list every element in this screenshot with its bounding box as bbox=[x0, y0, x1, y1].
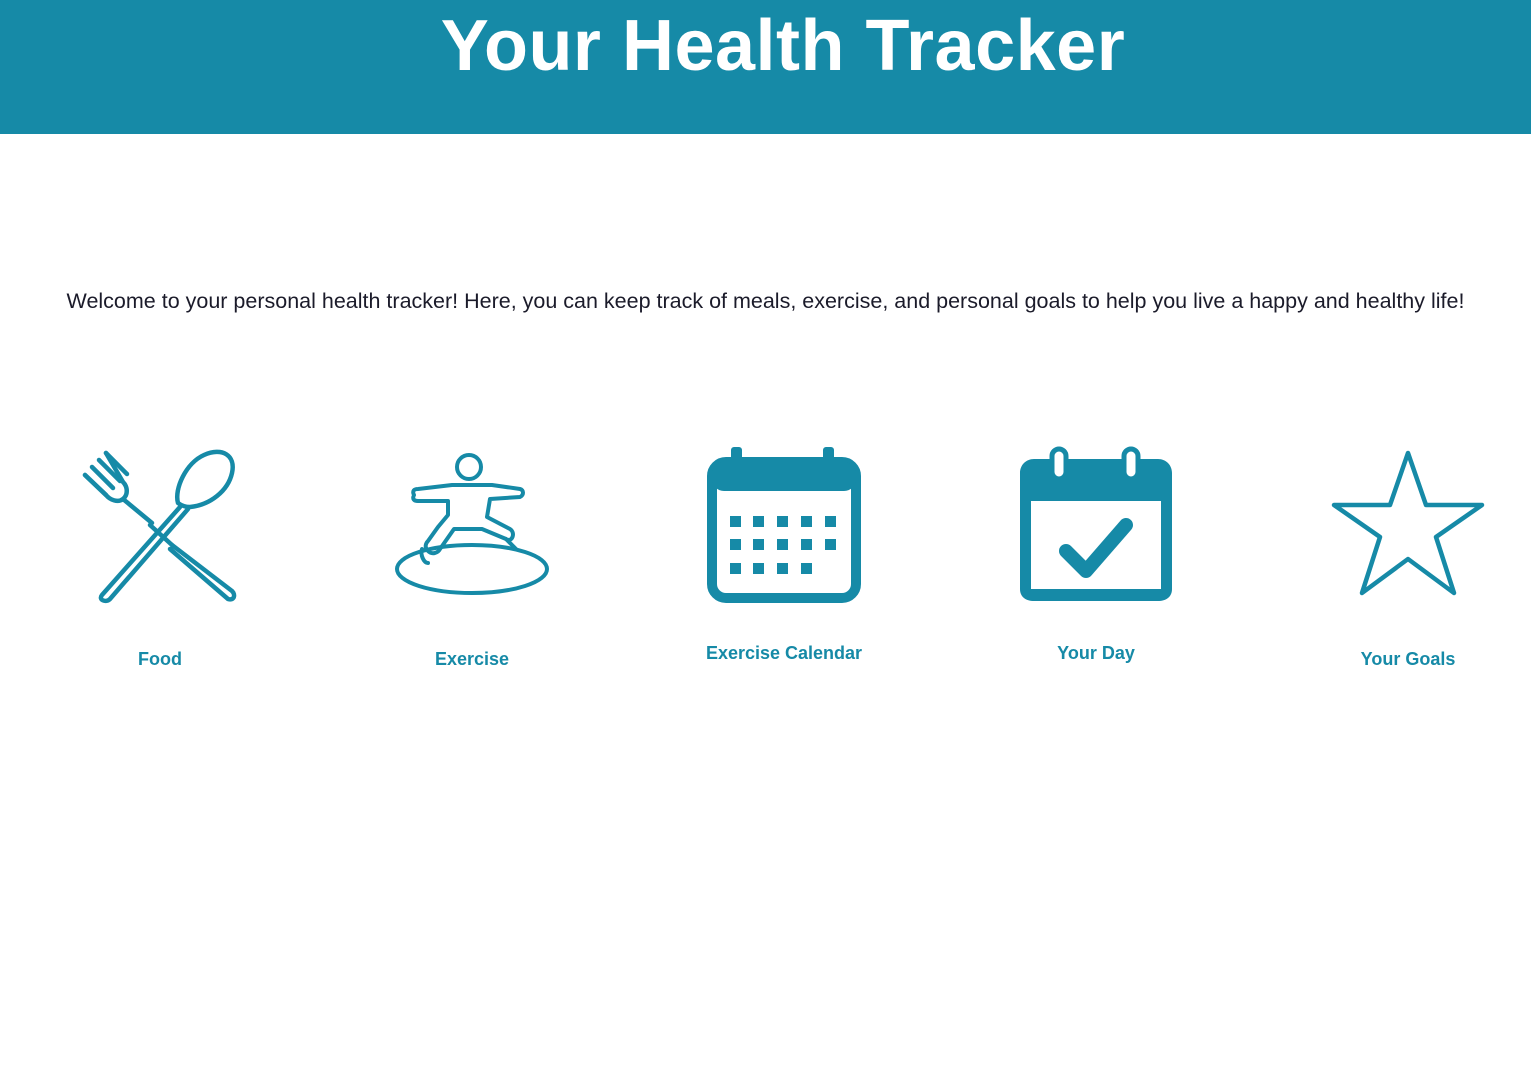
tile-exercise-calendar[interactable]: Exercise Calendar bbox=[704, 445, 864, 675]
star-icon bbox=[1331, 450, 1485, 596]
app-header: Your Health Tracker bbox=[0, 0, 1531, 134]
tile-exercise[interactable]: Exercise bbox=[392, 445, 552, 675]
tile-your-day[interactable]: Your Day bbox=[1016, 445, 1176, 675]
calendar-check-icon bbox=[1020, 446, 1172, 601]
tile-label: Food bbox=[138, 649, 182, 669]
calendar-icon bbox=[707, 447, 861, 603]
tile-food[interactable]: Food bbox=[80, 445, 240, 675]
yoga-pose-icon bbox=[395, 453, 549, 595]
tile-your-goals[interactable]: Your Goals bbox=[1328, 445, 1488, 675]
tile-label: Your Goals bbox=[1360, 649, 1456, 669]
welcome-text: Welcome to your personal health tracker!… bbox=[66, 289, 1465, 313]
tile-label: Your Day bbox=[1057, 643, 1135, 663]
tile-label: Exercise bbox=[434, 649, 510, 669]
tile-label: Exercise Calendar bbox=[705, 643, 863, 663]
page-title: Your Health Tracker bbox=[440, 6, 1126, 86]
fork-spoon-icon bbox=[82, 449, 237, 604]
